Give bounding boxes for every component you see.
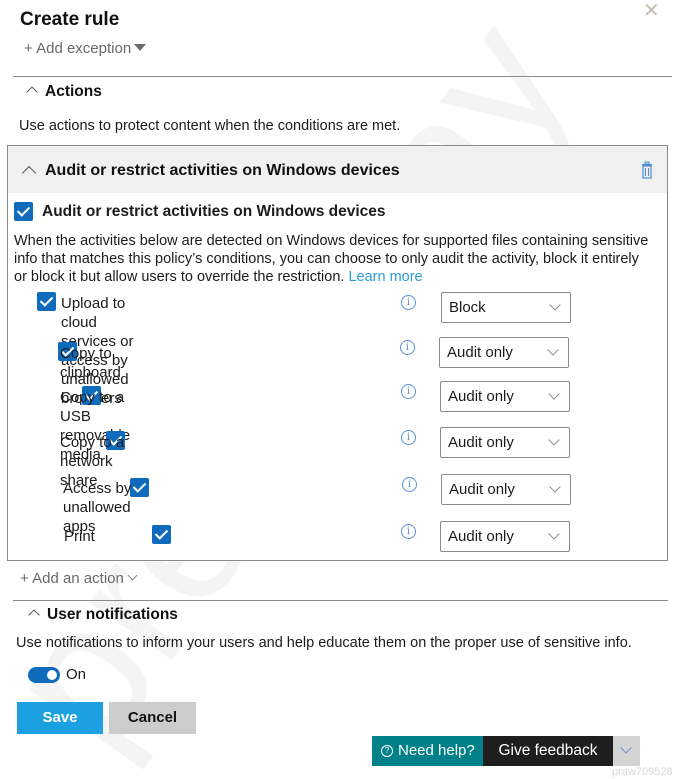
select-value: Audit only [448,434,514,451]
activity-select-clipboard[interactable]: Audit only [439,337,569,368]
select-value: Audit only [447,344,513,361]
add-exception-label: + Add exception [24,40,132,57]
save-button[interactable]: Save [17,702,103,734]
info-icon[interactable]: i [401,295,416,310]
activity-select-unallowed-apps[interactable]: Audit only [441,474,571,505]
caret-down-icon [134,44,147,51]
give-feedback-button[interactable]: Give feedback [483,736,613,766]
actions-section-toggle[interactable]: Actions [26,83,102,101]
info-icon[interactable]: i [401,384,416,399]
chevron-down-icon [548,434,560,446]
chevron-down-icon [127,570,138,581]
chevron-down-icon [549,481,561,493]
select-value: Audit only [449,481,515,498]
activity-select-network-share[interactable]: Audit only [440,427,570,458]
card-description-text: When the activities below are detected o… [14,233,649,285]
chevron-down-icon [549,299,561,311]
actions-description: Use actions to protect content when the … [19,118,401,134]
add-exception-button[interactable]: + Add exception [24,40,147,57]
feedback-expand-button[interactable] [613,736,640,766]
select-value: Audit only [448,388,514,405]
activity-label-clipboard: Copy to clipboard [60,345,121,381]
watermark-id: praw709528 [612,766,673,778]
select-value: Block [449,299,486,316]
info-icon[interactable]: i [402,477,417,492]
add-action-label: + Add an action [20,570,124,587]
card-description: When the activities below are detected o… [14,232,654,286]
divider [13,600,668,601]
chevron-up-icon [28,609,40,621]
need-help-button[interactable]: ? Need help? [372,736,483,766]
trash-icon[interactable] [641,161,653,179]
info-icon[interactable]: i [401,430,416,445]
learn-more-link[interactable]: Learn more [348,269,422,285]
chevron-down-icon [548,388,560,400]
windows-activities-checkbox[interactable] [14,202,33,221]
select-value: Audit only [448,528,514,545]
user-notifications-section-toggle[interactable]: User notifications [28,606,178,624]
activity-select-print[interactable]: Audit only [440,521,570,552]
user-notifications-heading: User notifications [47,606,178,623]
user-notifications-toggle[interactable] [28,667,60,683]
info-icon[interactable]: i [400,340,415,355]
cancel-button[interactable]: Cancel [109,702,196,734]
card-header[interactable]: Audit or restrict activities on Windows … [8,146,667,193]
chevron-up-icon [21,165,37,181]
chevron-down-icon [548,528,560,540]
activity-list: Upload to cloud services or access by un… [0,0,571,552]
activity-checkbox-print[interactable] [151,525,171,544]
activity-checkbox-upload-cloud[interactable] [37,292,56,311]
add-action-button[interactable]: + Add an action [20,570,138,587]
help-icon: ? [381,745,393,757]
divider [13,76,672,77]
card-header-title: Audit or restrict activities on Windows … [45,162,400,179]
toggle-label: On [66,666,87,683]
windows-activities-checkbox-label: Audit or restrict activities on Windows … [42,203,386,220]
actions-heading: Actions [45,83,102,100]
close-icon[interactable]: ✕ [643,1,661,21]
activity-select-upload-cloud[interactable]: Block [441,292,571,323]
need-help-label: Need help? [398,742,475,759]
activity-select-usb[interactable]: Audit only [440,381,570,412]
activity-label-print: Print [64,528,95,545]
info-icon[interactable]: i [401,524,416,539]
user-notifications-description: Use notifications to inform your users a… [16,635,632,651]
chevron-up-icon [26,86,38,98]
chevron-down-icon [547,344,559,356]
